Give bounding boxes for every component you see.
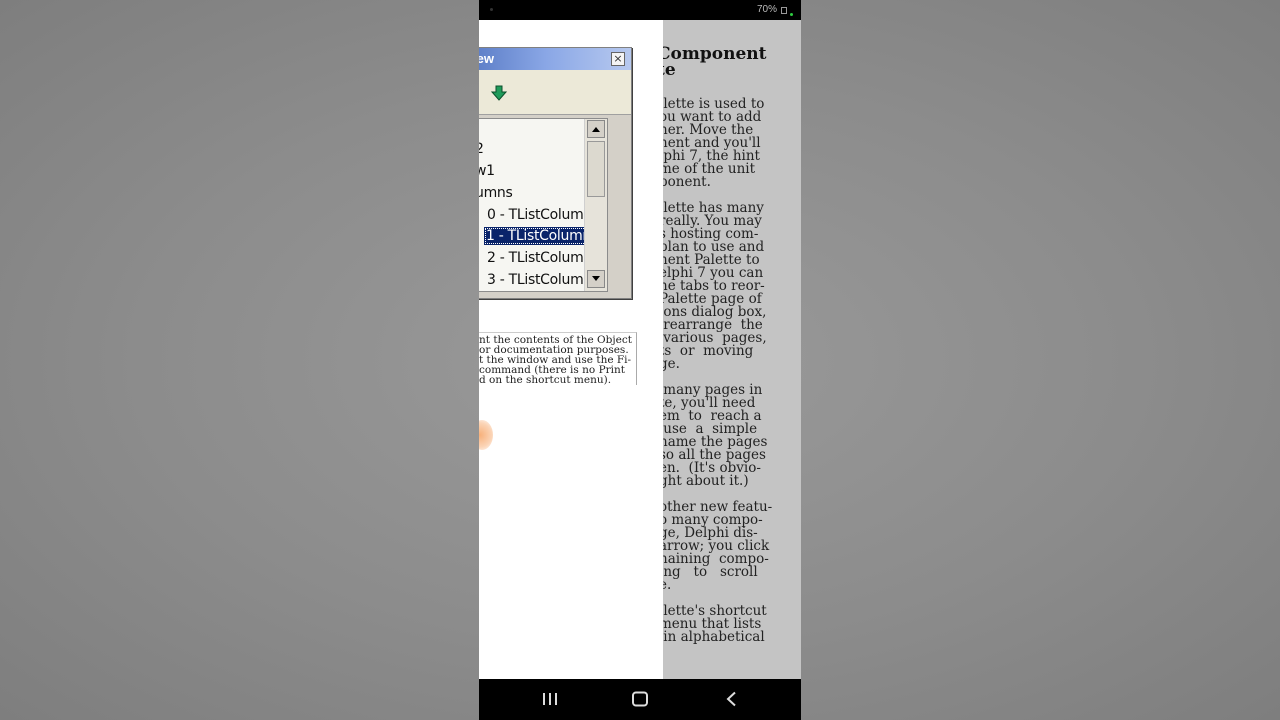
section-heading: Component te	[663, 44, 767, 80]
home-icon	[632, 691, 648, 707]
battery-icon	[781, 7, 787, 14]
left-page: iew × 2 w1 umns 0 - TListColumn 1 - TLis…	[479, 20, 663, 679]
arrow-up-icon	[592, 127, 600, 132]
back-icon	[726, 691, 736, 707]
touch-indicator	[479, 420, 493, 450]
object-treeview-window: iew × 2 w1 umns 0 - TListColumn 1 - TLis…	[479, 47, 632, 299]
navigation-bar	[479, 679, 801, 720]
vertical-scrollbar[interactable]	[584, 119, 607, 291]
window-title-bar[interactable]: iew ×	[479, 48, 631, 70]
tree-item[interactable]: 3 - TListColumn	[487, 272, 592, 288]
tree-item-selected[interactable]: 1 - TListColumn	[484, 227, 593, 245]
home-button[interactable]	[610, 679, 670, 720]
arrow-down-icon	[490, 85, 508, 101]
treeview-toolbar	[479, 70, 631, 115]
recents-button[interactable]	[520, 679, 580, 720]
status-bar: 70%	[479, 0, 801, 20]
right-page: Component te llette is used to ou want t…	[663, 20, 801, 679]
body-text: llette is used to ou want to add ner. Mo…	[663, 96, 773, 645]
tree-item[interactable]: 2 - TListColumn	[487, 250, 592, 266]
tree-item[interactable]: 0 - TListColumn	[487, 207, 592, 223]
page-indicator	[485, 670, 507, 679]
caption-text: nt the contents of the Object or documen…	[479, 334, 632, 386]
battery-level: 70%	[756, 4, 777, 15]
arrow-down-icon	[592, 276, 600, 281]
status-dot	[490, 8, 493, 11]
notification-led-icon	[790, 13, 793, 16]
move-down-button[interactable]	[490, 84, 508, 102]
scroll-down-button[interactable]	[587, 270, 605, 288]
tree-panel[interactable]: 2 w1 umns 0 - TListColumn 1 - TListColum…	[479, 118, 608, 292]
phone-frame: 70% iew × 2 w1	[479, 0, 801, 720]
tree-item[interactable]: 2	[479, 141, 484, 157]
close-button[interactable]: ×	[611, 52, 625, 66]
book-page-view[interactable]: iew × 2 w1 umns 0 - TListColumn 1 - TLis…	[479, 20, 801, 679]
recents-icon	[543, 693, 557, 705]
scroll-thumb[interactable]	[587, 141, 605, 197]
tree-item[interactable]: w1	[479, 163, 495, 179]
window-title: iew	[479, 51, 494, 66]
back-button[interactable]	[702, 679, 762, 720]
tree-item[interactable]: umns	[479, 185, 513, 201]
figure-caption: nt the contents of the Object or documen…	[479, 332, 637, 385]
scroll-up-button[interactable]	[587, 120, 605, 138]
